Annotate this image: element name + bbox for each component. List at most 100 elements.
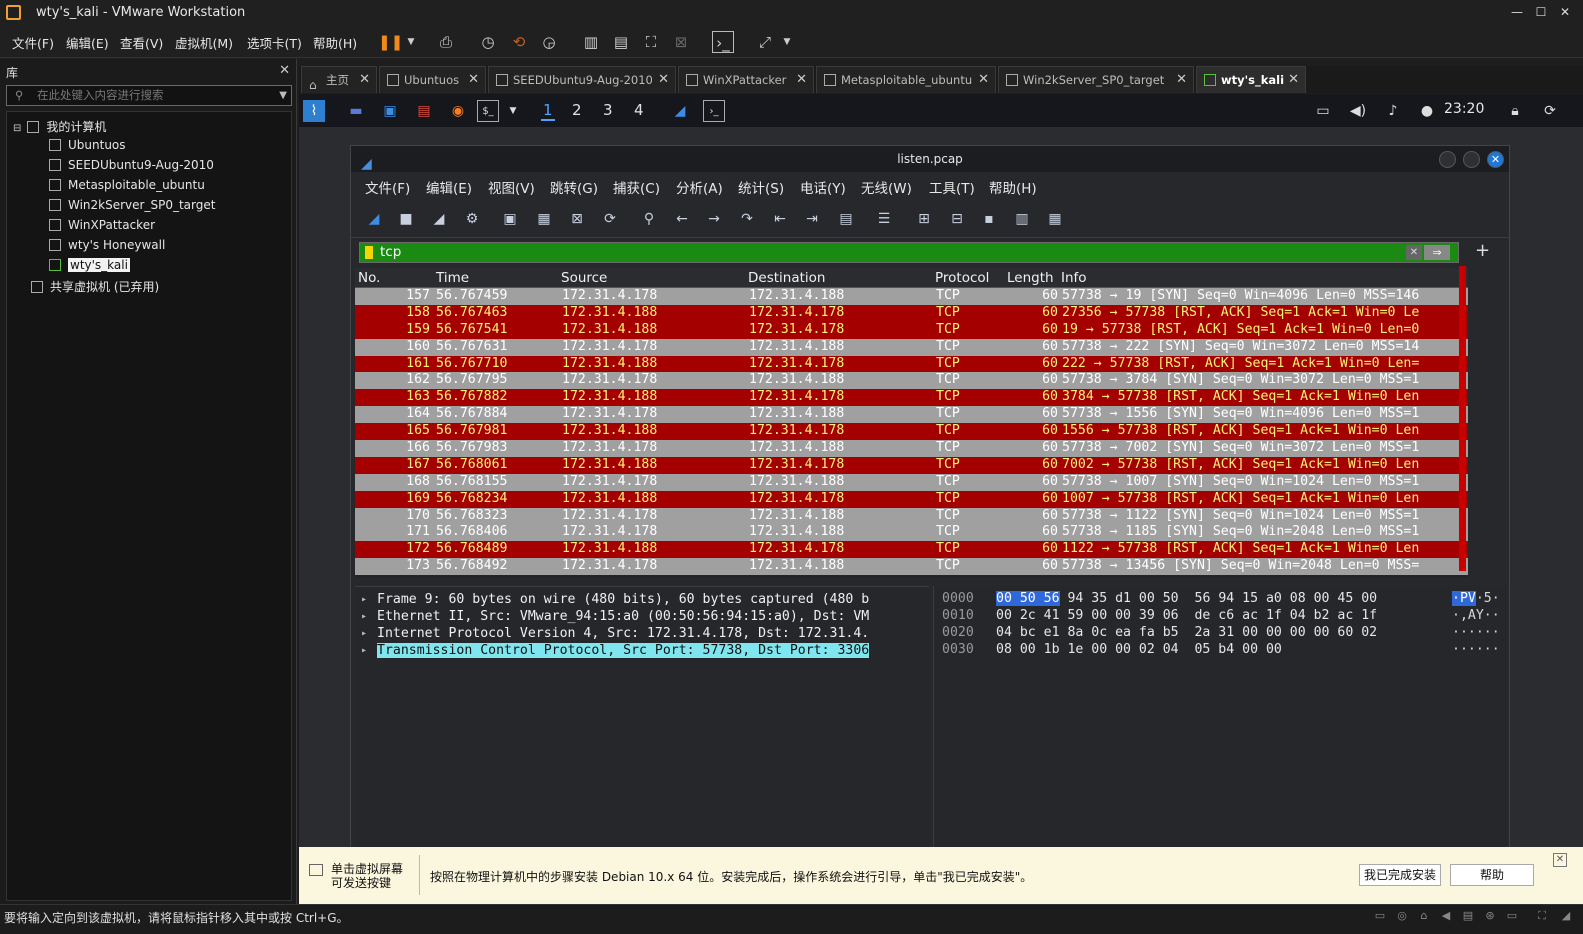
usb-icon[interactable]: ⊛ [1482, 909, 1498, 923]
show-desktop-icon[interactable]: ▬ [345, 100, 367, 122]
bookmark-icon[interactable] [365, 246, 373, 259]
workspace-2[interactable]: 2 [572, 101, 582, 119]
packet-row[interactable]: 169 56.768234 172.31.4.188 172.31.4.178 TCP 6… [355, 490, 1468, 508]
tab-seedubuntu[interactable]: SEEDUbuntu9-Aug-2010 ✕ [488, 66, 676, 93]
packet-list-scrollbar[interactable] [1459, 266, 1466, 571]
ws-menu-edit[interactable]: 编辑(E) [426, 177, 472, 197]
open-file-icon[interactable]: ▣ [499, 208, 521, 230]
col-no[interactable]: No. [358, 270, 380, 286]
lock-icon[interactable]: 🔒︎ [1504, 100, 1526, 122]
display-filter-input[interactable]: tcp ✕ ⇒ [359, 242, 1459, 263]
detail-ipv4[interactable]: ▸ Internet Protocol Version 4, Src: 172.3… [355, 625, 929, 642]
workspace-1[interactable]: 1 [541, 101, 555, 121]
packet-row[interactable]: 159 56.767541 172.31.4.188 172.31.4.178 TCP 6… [355, 321, 1468, 339]
printer-icon[interactable]: ▤ [1460, 909, 1476, 923]
tab-kali[interactable]: wty's_kali ✕ [1196, 66, 1306, 93]
expand-icon[interactable]: ▸ [361, 642, 367, 659]
go-forward-icon[interactable]: → [703, 208, 725, 230]
clear-filter-icon[interactable]: ✕ [1406, 245, 1422, 260]
ws-menu-statistics[interactable]: 统计(S) [738, 177, 784, 197]
col-time[interactable]: Time [436, 270, 469, 286]
tab-win2kserver[interactable]: Win2kServer_SP0_target ✕ [998, 66, 1194, 93]
add-filter-button[interactable]: + [1475, 240, 1490, 261]
ws-menu-go[interactable]: 跳转(G) [550, 177, 598, 197]
maximize-icon[interactable]: ☐ [1529, 0, 1553, 25]
expand-icon[interactable]: ▸ [361, 591, 367, 608]
detail-frame[interactable]: ▸ Frame 9: 60 bytes on wire (480 bits), 6… [355, 591, 929, 608]
power-icon[interactable]: ● [1416, 100, 1438, 122]
send-keys-hint[interactable]: 单击虚拟屏幕 可发送按键 [309, 862, 409, 890]
packet-row[interactable]: 170 56.768323 172.31.4.178 172.31.4.188 TCP 6… [355, 507, 1468, 525]
detail-tcp[interactable]: ▸ Transmission Control Protocol, Src Port… [355, 642, 929, 659]
thumbnail-view-icon[interactable]: ▤ [610, 31, 632, 53]
hex-row[interactable]: 0030 08 00 1b 1e 00 00 02 04 05 b4 00 00 ·… [934, 641, 1507, 658]
normal-size-icon[interactable]: ▪ [978, 208, 1000, 230]
packet-row[interactable]: 160 56.767631 172.31.4.178 172.31.4.188 TCP 6… [355, 338, 1468, 356]
resize-grip-icon[interactable]: ◢ [1558, 909, 1574, 923]
save-file-icon[interactable]: ▦ [533, 208, 555, 230]
tree-item-seedubuntu[interactable]: SEEDUbuntu9-Aug-2010 [49, 158, 214, 172]
sound-icon[interactable]: ◀ [1438, 909, 1454, 923]
wireshark-task-icon[interactable]: ◢ [669, 100, 691, 122]
tree-item-win2kserver[interactable]: Win2kServer_SP0_target [49, 198, 215, 212]
cd-icon[interactable]: ◎ [1394, 909, 1410, 923]
logout-icon[interactable]: ⟳ [1539, 100, 1561, 122]
zoom-in-icon[interactable]: ⊞ [913, 208, 935, 230]
workspace-3[interactable]: 3 [603, 101, 613, 119]
tree-item-metasploitable[interactable]: Metasploitable_ubuntu [49, 178, 205, 192]
go-back-icon[interactable]: ← [671, 208, 693, 230]
tree-item-shared[interactable]: 共享虚拟机 (已弃用) [31, 278, 159, 295]
volume-icon[interactable]: ◀) [1347, 100, 1369, 122]
console-icon[interactable]: ›_ [712, 31, 734, 53]
menu-vm[interactable]: 虚拟机(M) [175, 33, 233, 52]
close-file-icon[interactable]: ⊠ [566, 208, 588, 230]
snapshot-manager-icon[interactable]: ◶ [538, 31, 560, 53]
ws-menu-tools[interactable]: 工具(T) [929, 177, 975, 197]
close-icon[interactable]: ✕ [1176, 67, 1187, 93]
menu-view[interactable]: 查看(V) [120, 33, 163, 52]
packet-row[interactable]: 164 56.767884 172.31.4.178 172.31.4.188 TCP 6… [355, 406, 1468, 424]
packet-row[interactable]: 162 56.767795 172.31.4.178 172.31.4.188 TCP 6… [355, 372, 1468, 390]
collapse-icon[interactable]: ⊟ [13, 123, 21, 134]
ws-menu-wireless[interactable]: 无线(W) [861, 177, 912, 197]
packet-row[interactable]: 173 56.768492 172.31.4.178 172.31.4.188 TCP 6… [355, 558, 1468, 576]
display-icon[interactable]: ▭ [1312, 100, 1334, 122]
ws-menu-telephony[interactable]: 电话(Y) [800, 177, 846, 197]
packet-row[interactable]: 166 56.767983 172.31.4.178 172.31.4.188 TCP 6… [355, 440, 1468, 457]
fullscreen-icon[interactable]: ⛶ [640, 31, 662, 53]
close-icon[interactable]: ✕ [1288, 67, 1299, 93]
col-source[interactable]: Source [561, 270, 607, 286]
resize-columns-icon[interactable]: ▥ [1011, 208, 1033, 230]
detail-ethernet[interactable]: ▸ Ethernet II, Src: VMware_94:15:a0 (00:5… [355, 608, 929, 625]
tree-item-ubuntuos[interactable]: Ubuntuos [49, 138, 126, 152]
start-capture-icon[interactable]: ◢ [363, 208, 385, 230]
chevron-down-icon[interactable]: ▼ [502, 100, 524, 122]
hex-row[interactable]: 0020 04 bc e1 8a 0c ea fa b5 2a 31 00 00 … [934, 624, 1507, 641]
packet-row[interactable]: 163 56.767882 172.31.4.188 172.31.4.178 TCP 6… [355, 389, 1468, 407]
firefox-icon[interactable]: ◉ [447, 100, 469, 122]
column-prefs-icon[interactable]: ▦ [1044, 208, 1066, 230]
revert-snapshot-icon[interactable]: ⟲ [508, 31, 530, 53]
maximize-button[interactable] [1463, 151, 1480, 168]
ws-menu-capture[interactable]: 捕获(C) [613, 177, 660, 197]
col-length[interactable]: Length [1007, 270, 1054, 286]
menu-help[interactable]: 帮助(H) [313, 33, 357, 52]
chevron-down-icon[interactable]: ▼ [776, 31, 798, 53]
close-icon[interactable]: ✕ [1553, 853, 1567, 867]
hdd-icon[interactable]: ▭ [1372, 909, 1388, 923]
first-packet-icon[interactable]: ⇤ [769, 208, 791, 230]
menu-file[interactable]: 文件(F) [12, 33, 54, 52]
file-manager-icon[interactable]: ▣ [379, 100, 401, 122]
colorize-icon[interactable]: ☰ [873, 208, 895, 230]
tree-item-kali[interactable]: wty's_kali [49, 258, 130, 272]
col-protocol[interactable]: Protocol [935, 270, 989, 286]
ws-menu-file[interactable]: 文件(F) [365, 177, 410, 197]
library-view-icon[interactable]: ▥ [580, 31, 602, 53]
hex-row[interactable]: 0010 00 2c 41 59 00 00 39 06 de c6 ac 1f … [934, 607, 1507, 624]
stretch-icon[interactable]: ⤢ [754, 31, 776, 53]
snapshot-icon[interactable]: ◷ [477, 31, 499, 53]
pause-icon[interactable]: ❚❚ [378, 31, 403, 53]
packet-row[interactable]: 167 56.768061 172.31.4.188 172.31.4.178 TCP 6… [355, 456, 1468, 474]
chevron-down-icon[interactable]: ▼ [279, 86, 287, 105]
bell-icon[interactable]: ♪ [1382, 100, 1404, 122]
